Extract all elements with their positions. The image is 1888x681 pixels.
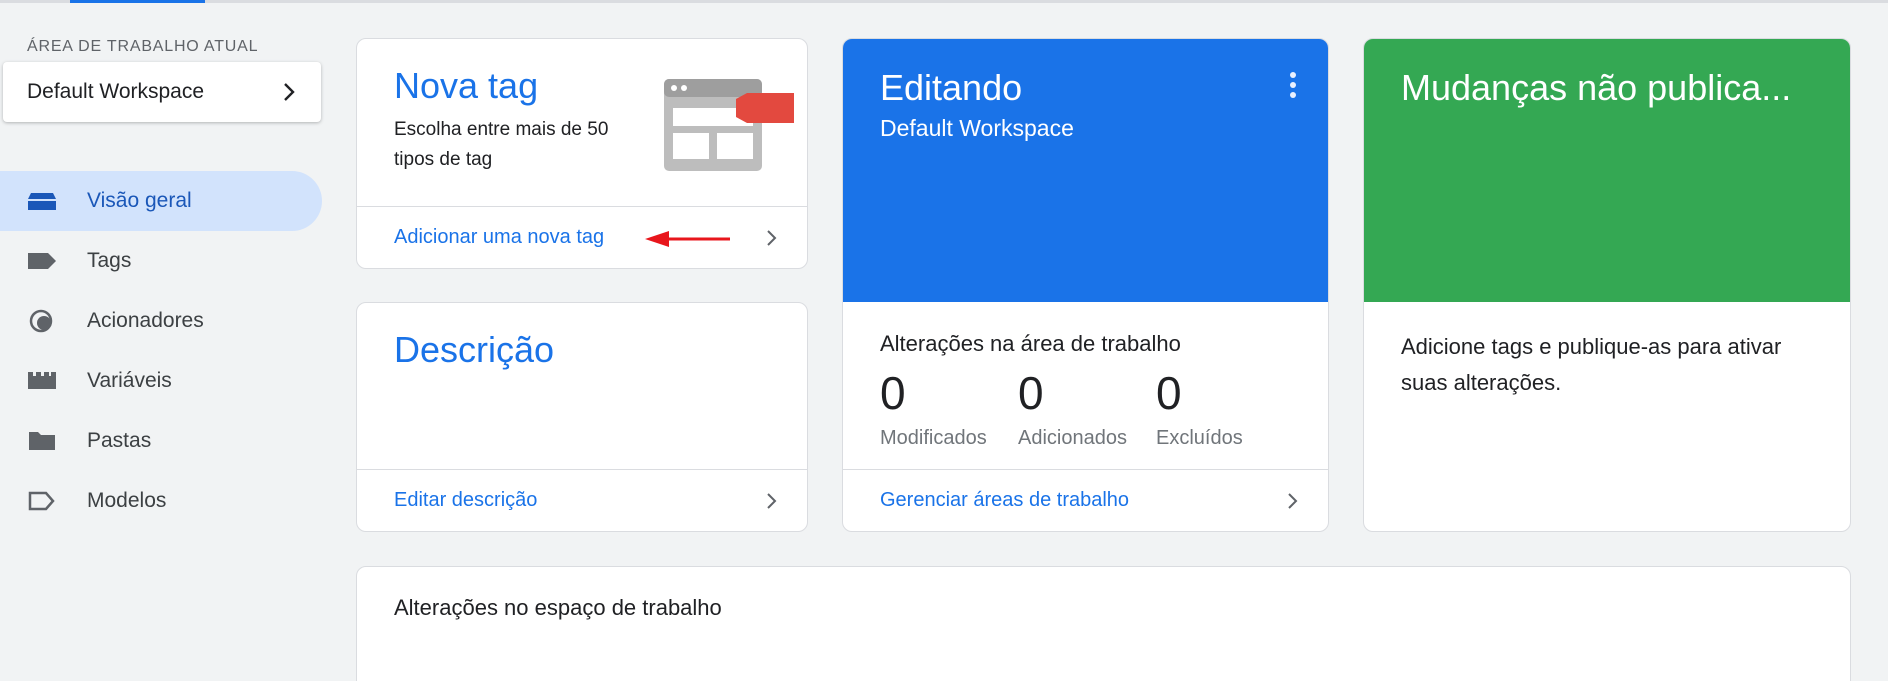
new-tag-title: Nova tag (394, 65, 539, 106)
unpublished-title: Mudanças não publica... (1401, 67, 1792, 108)
top-tab-strip (0, 0, 1888, 3)
active-tab-indicator (70, 0, 205, 3)
template-icon (28, 491, 55, 511)
chevron-right-icon (767, 230, 777, 246)
unpublished-header: Mudanças não publica... (1364, 39, 1850, 302)
stat-deleted: 0 Excluídos (1156, 365, 1243, 450)
editing-workspace-name: Default Workspace (880, 115, 1074, 141)
sidebar-item-label: Pastas (87, 429, 152, 452)
sidebar-item-label: Acionadores (87, 309, 204, 332)
chevron-right-icon (767, 493, 777, 509)
unpublished-changes-card: Mudanças não publica... Adicione tags e … (1363, 38, 1851, 532)
chevron-right-icon (284, 83, 295, 101)
current-workspace-label: ÁREA DE TRABALHO ATUAL (27, 38, 259, 55)
workspace-changes-title: Alterações no espaço de trabalho (394, 595, 722, 620)
stat-label: Modificados (880, 427, 987, 449)
chevron-right-icon (1288, 493, 1298, 509)
unpublished-description: Adicione tags e publique-as para ativar … (1401, 334, 1782, 395)
add-new-tag-row[interactable]: Adicionar uma nova tag (357, 206, 807, 268)
more-vert-icon[interactable] (1288, 71, 1298, 101)
workspace-changes-label: Alterações na área de trabalho (880, 331, 1181, 356)
stat-modified: 0 Modificados (880, 365, 987, 450)
overview-icon (28, 193, 56, 210)
description-title: Descrição (394, 329, 555, 370)
trigger-icon (29, 309, 53, 333)
tag-illustration-icon (664, 79, 794, 171)
workspace-selector[interactable]: Default Workspace (3, 62, 321, 122)
sidebar-item-templates[interactable]: Modelos (0, 471, 322, 531)
manage-workspaces-link[interactable]: Gerenciar áreas de trabalho (880, 489, 1129, 512)
sidebar-nav: Visão geral Tags Acionadores Variáveis P… (0, 171, 322, 531)
editing-card: Editando Default Workspace Alterações na… (842, 38, 1329, 532)
new-tag-card: Nova tag Escolha entre mais de 50 tipos … (356, 38, 808, 269)
sidebar-item-label: Variáveis (87, 369, 172, 392)
editing-title: Editando (880, 67, 1023, 108)
stat-value: 0 (1156, 367, 1182, 419)
folder-icon (29, 432, 55, 450)
sidebar-item-triggers[interactable]: Acionadores (0, 291, 322, 351)
new-tag-subtitle: Escolha entre mais de 50 tipos de tag (394, 119, 609, 170)
sidebar-item-label: Tags (87, 249, 132, 272)
variables-icon (28, 372, 56, 389)
sidebar-item-tags[interactable]: Tags (0, 231, 322, 291)
stat-label: Adicionados (1018, 427, 1127, 449)
sidebar-item-folders[interactable]: Pastas (0, 411, 322, 471)
stat-label: Excluídos (1156, 427, 1243, 449)
add-new-tag-link[interactable]: Adicionar uma nova tag (394, 226, 604, 249)
description-card: Descrição Editar descrição (356, 302, 808, 532)
sidebar-item-variables[interactable]: Variáveis (0, 351, 322, 411)
workspace-name: Default Workspace (27, 80, 205, 103)
edit-description-row[interactable]: Editar descrição (357, 469, 807, 531)
workspace-changes-card: Alterações no espaço de trabalho (356, 566, 1851, 681)
stat-value: 0 (880, 367, 906, 419)
edit-description-link[interactable]: Editar descrição (394, 489, 537, 512)
sidebar-item-label: Visão geral (87, 189, 192, 212)
manage-workspaces-row[interactable]: Gerenciar áreas de trabalho (843, 469, 1328, 531)
sidebar-item-label: Modelos (87, 489, 167, 512)
tag-icon (28, 253, 56, 269)
stat-value: 0 (1018, 367, 1044, 419)
editing-header: Editando Default Workspace (843, 39, 1328, 302)
annotation-arrow (645, 231, 730, 247)
sidebar-item-overview[interactable]: Visão geral (0, 171, 322, 231)
stat-added: 0 Adicionados (1018, 365, 1127, 450)
